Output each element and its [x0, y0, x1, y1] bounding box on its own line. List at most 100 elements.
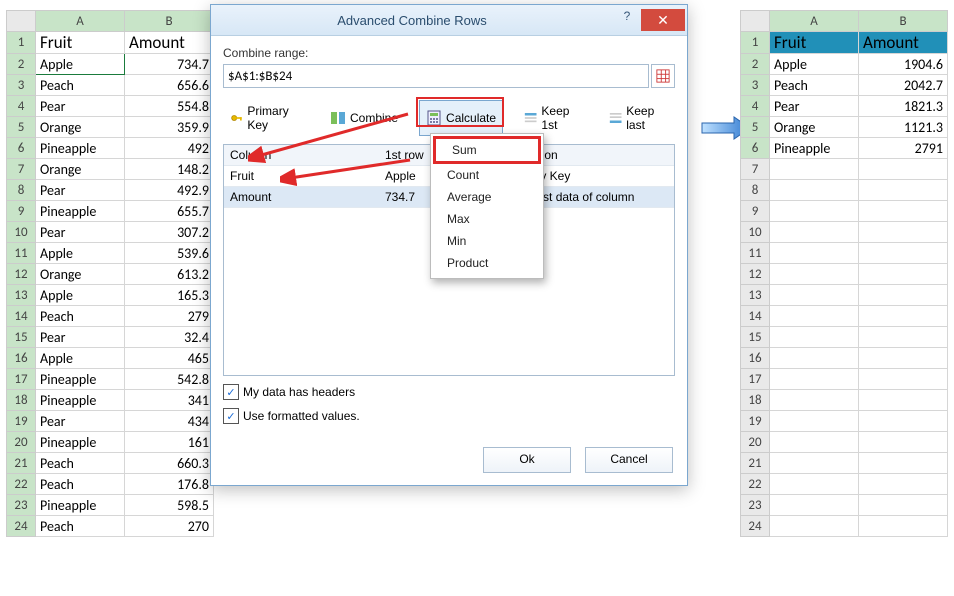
empty-cell[interactable] — [859, 222, 948, 243]
formatted-checkbox[interactable]: ✓ — [223, 408, 239, 424]
dropdown-item-average[interactable]: Average — [431, 186, 543, 208]
empty-cell[interactable] — [859, 516, 948, 537]
cell-amount[interactable]: 554.8 — [125, 96, 214, 117]
row-header[interactable]: 22 — [741, 474, 770, 495]
empty-cell[interactable] — [859, 180, 948, 201]
cell-amount[interactable]: 165.3 — [125, 285, 214, 306]
row-header[interactable]: 14 — [7, 306, 36, 327]
dropdown-item-max[interactable]: Max — [431, 208, 543, 230]
ok-button[interactable]: Ok — [483, 447, 571, 473]
row-header[interactable]: 23 — [741, 495, 770, 516]
row-header[interactable]: 21 — [7, 453, 36, 474]
empty-cell[interactable] — [859, 159, 948, 180]
headers-checkbox[interactable]: ✓ — [223, 384, 239, 400]
empty-cell[interactable] — [859, 369, 948, 390]
header-fruit[interactable]: Fruit — [36, 32, 125, 54]
cell-amount[interactable]: 2791 — [859, 138, 948, 159]
cell-fruit[interactable]: Pear — [36, 222, 125, 243]
row-header[interactable]: 19 — [7, 411, 36, 432]
cell-fruit[interactable]: Pear — [36, 180, 125, 201]
empty-cell[interactable] — [770, 285, 859, 306]
cell-amount[interactable]: 660.3 — [125, 453, 214, 474]
header-fruit[interactable]: Fruit — [770, 32, 859, 54]
close-button[interactable]: ✕ — [641, 9, 685, 31]
select-all-cell[interactable] — [7, 11, 36, 32]
empty-cell[interactable] — [859, 285, 948, 306]
empty-cell[interactable] — [859, 411, 948, 432]
row-header[interactable]: 3 — [741, 75, 770, 96]
col-header-a[interactable]: A — [770, 11, 859, 32]
cell-amount[interactable]: 307.2 — [125, 222, 214, 243]
cell-amount[interactable]: 2042.7 — [859, 75, 948, 96]
keep-last-button[interactable]: Keep last — [602, 100, 675, 136]
row-header[interactable]: 14 — [741, 306, 770, 327]
empty-cell[interactable] — [859, 264, 948, 285]
row-header[interactable]: 6 — [7, 138, 36, 159]
cell-fruit[interactable]: Apple — [770, 54, 859, 75]
empty-cell[interactable] — [859, 327, 948, 348]
row-header[interactable]: 19 — [741, 411, 770, 432]
row-header[interactable]: 11 — [741, 243, 770, 264]
help-button[interactable]: ? — [613, 9, 641, 31]
cell-fruit[interactable]: Apple — [36, 285, 125, 306]
dialog-titlebar[interactable]: Advanced Combine Rows ? ✕ — [211, 5, 687, 36]
empty-cell[interactable] — [859, 432, 948, 453]
header-amount[interactable]: Amount — [125, 32, 214, 54]
cell-fruit[interactable]: Apple — [36, 243, 125, 264]
empty-cell[interactable] — [859, 474, 948, 495]
row-header[interactable]: 6 — [741, 138, 770, 159]
cell-amount[interactable]: 161 — [125, 432, 214, 453]
dropdown-item-sum[interactable]: Sum — [433, 136, 541, 164]
cell-amount[interactable]: 542.8 — [125, 369, 214, 390]
empty-cell[interactable] — [770, 201, 859, 222]
empty-cell[interactable] — [770, 348, 859, 369]
empty-cell[interactable] — [770, 306, 859, 327]
cell-amount[interactable]: 341 — [125, 390, 214, 411]
cell-amount[interactable]: 598.5 — [125, 495, 214, 516]
cell-fruit[interactable]: Apple — [36, 54, 125, 75]
row-header[interactable]: 16 — [741, 348, 770, 369]
cell-fruit[interactable]: Peach — [36, 453, 125, 474]
row-header[interactable]: 13 — [741, 285, 770, 306]
row-header[interactable]: 12 — [741, 264, 770, 285]
cell-fruit[interactable]: Pineapple — [770, 138, 859, 159]
empty-cell[interactable] — [770, 243, 859, 264]
row-header[interactable]: 3 — [7, 75, 36, 96]
row-header[interactable]: 17 — [741, 369, 770, 390]
cell-amount[interactable]: 176.8 — [125, 474, 214, 495]
row-header[interactable]: 24 — [741, 516, 770, 537]
cell-fruit[interactable]: Pineapple — [36, 201, 125, 222]
row-header[interactable]: 16 — [7, 348, 36, 369]
row-header[interactable]: 10 — [741, 222, 770, 243]
cell-amount[interactable]: 492 — [125, 138, 214, 159]
cell-fruit[interactable]: Pineapple — [36, 495, 125, 516]
row-header[interactable]: 24 — [7, 516, 36, 537]
row-header[interactable]: 15 — [7, 327, 36, 348]
row-header[interactable]: 12 — [7, 264, 36, 285]
cell-amount[interactable]: 148.2 — [125, 159, 214, 180]
cell-amount[interactable]: 656.6 — [125, 75, 214, 96]
empty-cell[interactable] — [770, 432, 859, 453]
empty-cell[interactable] — [770, 516, 859, 537]
cell-fruit[interactable]: Peach — [36, 75, 125, 96]
empty-cell[interactable] — [770, 474, 859, 495]
cell-amount[interactable]: 1121.3 — [859, 117, 948, 138]
cell-amount[interactable]: 1821.3 — [859, 96, 948, 117]
cell-fruit[interactable]: Orange — [36, 264, 125, 285]
empty-cell[interactable] — [770, 327, 859, 348]
cell-amount[interactable]: 434 — [125, 411, 214, 432]
row-header[interactable]: 9 — [7, 201, 36, 222]
row-header[interactable]: 18 — [7, 390, 36, 411]
cell-amount[interactable]: 32.4 — [125, 327, 214, 348]
cell-fruit[interactable]: Pear — [36, 327, 125, 348]
cell-amount[interactable]: 359.9 — [125, 117, 214, 138]
cell-fruit[interactable]: Orange — [36, 117, 125, 138]
row-header[interactable]: 1 — [741, 32, 770, 54]
row-header[interactable]: 15 — [741, 327, 770, 348]
cell-amount[interactable]: 465 — [125, 348, 214, 369]
empty-cell[interactable] — [859, 453, 948, 474]
cell-fruit[interactable]: Pineapple — [36, 390, 125, 411]
row-header[interactable]: 7 — [741, 159, 770, 180]
cell-amount[interactable]: 1904.6 — [859, 54, 948, 75]
row-header[interactable]: 7 — [7, 159, 36, 180]
